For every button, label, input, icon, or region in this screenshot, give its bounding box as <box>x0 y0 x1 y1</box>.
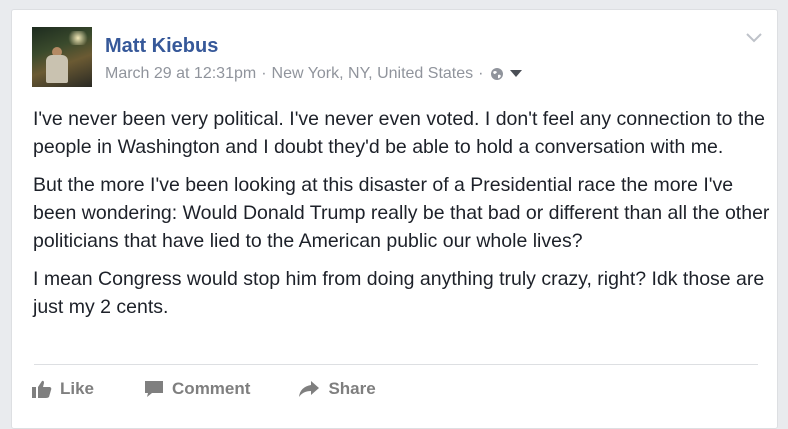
post-timestamp[interactable]: March 29 at 12:31pm <box>105 65 256 83</box>
comment-button[interactable]: Comment <box>144 379 250 399</box>
share-label: Share <box>328 379 376 398</box>
share-button[interactable]: Share <box>298 379 376 399</box>
action-bar: Like Comment Share <box>32 375 376 403</box>
post-location[interactable]: New York, NY, United States <box>272 65 474 83</box>
meta-separator: · <box>261 65 267 82</box>
avatar-photo-figure <box>46 55 68 83</box>
globe-icon[interactable] <box>490 67 504 81</box>
author-name[interactable]: Matt Kiebus <box>105 35 218 58</box>
thumbs-up-icon <box>32 380 52 398</box>
caret-down-icon[interactable] <box>510 70 523 78</box>
share-arrow-icon <box>299 381 320 397</box>
post-card: Matt Kiebus March 29 at 12:31pm · New Yo… <box>11 9 778 429</box>
post-paragraph: But the more I've been looking at this d… <box>33 174 770 252</box>
post-body: I've never been very political. I've nev… <box>33 105 773 331</box>
like-button[interactable]: Like <box>32 379 94 399</box>
post-paragraph: I've never been very political. I've nev… <box>33 108 766 158</box>
meta-separator: · <box>478 65 484 82</box>
comment-icon <box>145 381 164 397</box>
chevron-down-icon[interactable] <box>745 30 763 44</box>
divider <box>34 364 758 365</box>
comment-label: Comment <box>172 379 251 398</box>
post-meta: March 29 at 12:31pm · New York, NY, Unit… <box>105 65 523 83</box>
post-paragraph: I mean Congress would stop him from doin… <box>33 268 765 318</box>
avatar[interactable] <box>32 27 92 87</box>
like-label: Like <box>60 379 95 398</box>
avatar-photo-lights <box>66 31 90 45</box>
